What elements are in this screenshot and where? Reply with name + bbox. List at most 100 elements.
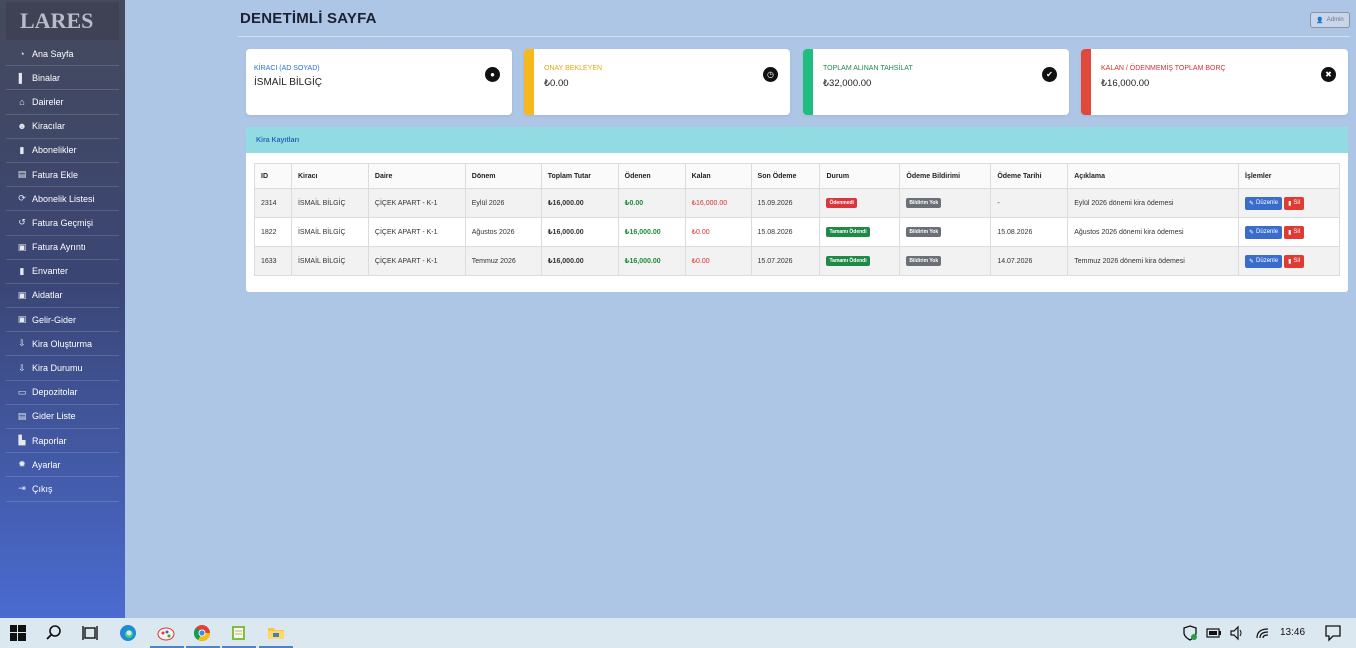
- taskbar: 13:46: [0, 618, 1356, 648]
- sidebar-item-ayarlar[interactable]: ✹ Ayarlar: [6, 453, 119, 478]
- cell-notice: Bildirim Yok: [899, 217, 992, 247]
- sidebar-item-gider-liste[interactable]: ▤ Gider Liste: [6, 405, 119, 429]
- users-icon: ☻: [17, 121, 27, 132]
- sidebar-item-label: Abonelikler: [32, 145, 77, 156]
- sidebar-item-ana-sayfa[interactable]: ◔ Ana Sayfa: [6, 42, 119, 67]
- hand-coin-icon: ⇩: [18, 362, 26, 373]
- column-header: Dönem: [464, 163, 542, 189]
- cell-payment-date: 15.08.2026: [990, 217, 1069, 247]
- sidebar-item-label: Fatura Ayrıntı: [32, 242, 86, 253]
- cell-actions: ✎ Düzenle ▮ Sil: [1238, 188, 1340, 218]
- battery-icon[interactable]: [1206, 625, 1222, 644]
- sidebar-item-label: Ana Sayfa: [32, 48, 74, 59]
- cell-tenant: İSMAİL BİLGİÇ: [290, 217, 369, 247]
- sidebar-item-kiracılar[interactable]: ☻ Kiracılar: [6, 115, 119, 139]
- column-header: ID: [254, 163, 292, 189]
- sidebar-item-abonelikler[interactable]: ▮ Abonelikler: [6, 139, 119, 163]
- admin-button[interactable]: 👤 Admin: [1310, 12, 1350, 28]
- column-header: Durum: [819, 163, 901, 189]
- header-divider: [238, 36, 1350, 37]
- app-logo[interactable]: LARES: [6, 2, 119, 40]
- sidebar-item-kira-durumu[interactable]: ⇩ Kira Durumu: [6, 356, 119, 381]
- status-badge: Tamamı Ödendi: [826, 227, 870, 237]
- sidebar-item-kira-oluşturma[interactable]: ⇩ Kira Oluşturma: [6, 332, 119, 357]
- cell-remaining: ₺0.00: [684, 217, 752, 247]
- table-row: 1633 İSMAİL BİLGİÇ ÇİÇEK APART - K-1 Temmuz…: [254, 246, 1340, 276]
- rent-records-panel: Kira Kayıtları ID Kiracı Daire Dönem Toplam …: [246, 127, 1348, 292]
- delete-button[interactable]: ▮ Sil: [1284, 254, 1305, 268]
- user-circle-icon: ●: [485, 67, 500, 82]
- paint-icon[interactable]: [156, 623, 176, 643]
- card-label: KALAN / ÖDENMEMİŞ TOPLAM BORÇ: [1101, 65, 1226, 72]
- sidebar-item-label: Kira Oluşturma: [32, 338, 93, 349]
- cell-total: ₺16,000.00: [540, 246, 619, 276]
- rent-records-table: ID Kiracı Daire Dönem Toplam Tutar Ödenen Kala…: [254, 163, 1340, 276]
- cash-icon: ▣: [17, 289, 27, 300]
- chart-icon: ▙: [18, 435, 26, 446]
- sidebar-item-fatura-geçmişi[interactable]: ↺ Fatura Geçmişi: [6, 211, 119, 236]
- volume-icon[interactable]: [1229, 625, 1245, 644]
- card-accent-bar: [1081, 49, 1091, 115]
- cell-period: Eylül 2026: [464, 188, 542, 218]
- wifi-icon[interactable]: [1255, 625, 1271, 644]
- cell-notice: Bildirim Yok: [899, 246, 992, 276]
- edit-button[interactable]: ✎ Düzenle: [1245, 225, 1283, 239]
- sidebar-item-fatura-ekle[interactable]: ▤ Fatura Ekle: [6, 163, 119, 188]
- sidebar-item-fatura-ayrıntı[interactable]: ▣ Fatura Ayrıntı: [6, 236, 119, 260]
- sidebar-item-raporlar[interactable]: ▙ Raporlar: [6, 429, 119, 454]
- cell-description: Ağustos 2026 dönemi kira ödemesi: [1067, 217, 1240, 247]
- file-explorer-icon[interactable]: [266, 623, 286, 643]
- cell-flat: ÇİÇEK APART - K-1: [367, 217, 466, 247]
- cell-last-payment: 15.07.2026: [750, 246, 821, 276]
- security-shield-icon[interactable]: [1182, 625, 1198, 644]
- table-row: 1822 İSMAİL BİLGİÇ ÇİÇEK APART - K-1 Ağusto…: [254, 217, 1340, 247]
- card-tenant: KİRACI (AD SOYAD) İSMAİL BİLGİÇ ●: [246, 49, 512, 115]
- cell-notice: Bildirim Yok: [899, 188, 992, 218]
- trash-icon: ▮: [1288, 200, 1292, 207]
- sidebar-item-label: Daireler: [32, 96, 64, 107]
- sidebar-item-abonelik-listesi[interactable]: ⟳ Abonelik Listesi: [6, 187, 119, 212]
- status-badge: Tamamı Ödendi: [826, 256, 870, 266]
- sidebar-item-daireler[interactable]: ⌂ Daireler: [6, 90, 119, 115]
- sidebar-item-label: Binalar: [32, 72, 61, 83]
- edge-icon[interactable]: [118, 623, 138, 643]
- cell-total: ₺16,000.00: [540, 217, 619, 247]
- edit-icon: ✎: [1249, 258, 1255, 265]
- invoice-icon: ▤: [17, 169, 27, 180]
- cell-status: Tamamı Ödendi: [819, 217, 901, 247]
- cell-paid: ₺16,000.00: [617, 246, 686, 276]
- cell-period: Ağustos 2026: [464, 217, 542, 247]
- sidebar-item-depozitolar[interactable]: ▭ Depozitolar: [6, 381, 119, 405]
- edit-button[interactable]: ✎ Düzenle: [1245, 196, 1283, 210]
- taskbar-clock[interactable]: 13:46: [1280, 627, 1305, 638]
- cell-id: 1822: [254, 217, 292, 247]
- admin-label: Admin: [1326, 17, 1344, 23]
- table-header-row: ID Kiracı Daire Dönem Toplam Tutar Ödenen Kala…: [254, 163, 1340, 189]
- edit-button[interactable]: ✎ Düzenle: [1245, 254, 1283, 268]
- delete-button[interactable]: ▮ Sil: [1284, 196, 1305, 210]
- sidebar-item-binalar[interactable]: ▌ Binalar: [6, 66, 119, 91]
- column-header: Ödenen: [617, 163, 686, 189]
- notification-icon[interactable]: [1324, 624, 1342, 645]
- search-icon[interactable]: [44, 623, 64, 643]
- sidebar-item-aidatlar[interactable]: ▣ Aidatlar: [6, 284, 119, 309]
- delete-button[interactable]: ▮ Sil: [1284, 225, 1305, 239]
- chrome-icon[interactable]: [192, 623, 212, 643]
- sidebar-item-çıkış[interactable]: ⇥ Çıkış: [6, 477, 119, 502]
- cell-remaining: ₺0.00: [684, 246, 752, 276]
- dashboard-icon: ◔: [19, 48, 25, 59]
- home-icon: ⌂: [19, 96, 25, 107]
- sidebar-item-gelir-gider[interactable]: ▣ Gelir-Gider: [6, 308, 119, 333]
- task-view-icon[interactable]: [80, 623, 100, 643]
- gear-icon: ✹: [18, 459, 26, 470]
- sidebar-item-envanter[interactable]: ▮ Envanter: [6, 260, 119, 284]
- cell-actions: ✎ Düzenle ▮ Sil: [1238, 217, 1340, 247]
- card-value: İSMAİL BİLGİÇ: [254, 77, 322, 88]
- card-label: TOPLAM ALINAN TAHSİLAT: [823, 65, 913, 72]
- wallet-icon: ▣: [17, 314, 27, 325]
- cell-period: Temmuz 2026: [464, 246, 542, 276]
- notepad-icon[interactable]: [229, 623, 249, 643]
- column-header: Kalan: [684, 163, 752, 189]
- windows-start-icon[interactable]: [8, 623, 28, 643]
- list-icon: ▤: [17, 410, 27, 421]
